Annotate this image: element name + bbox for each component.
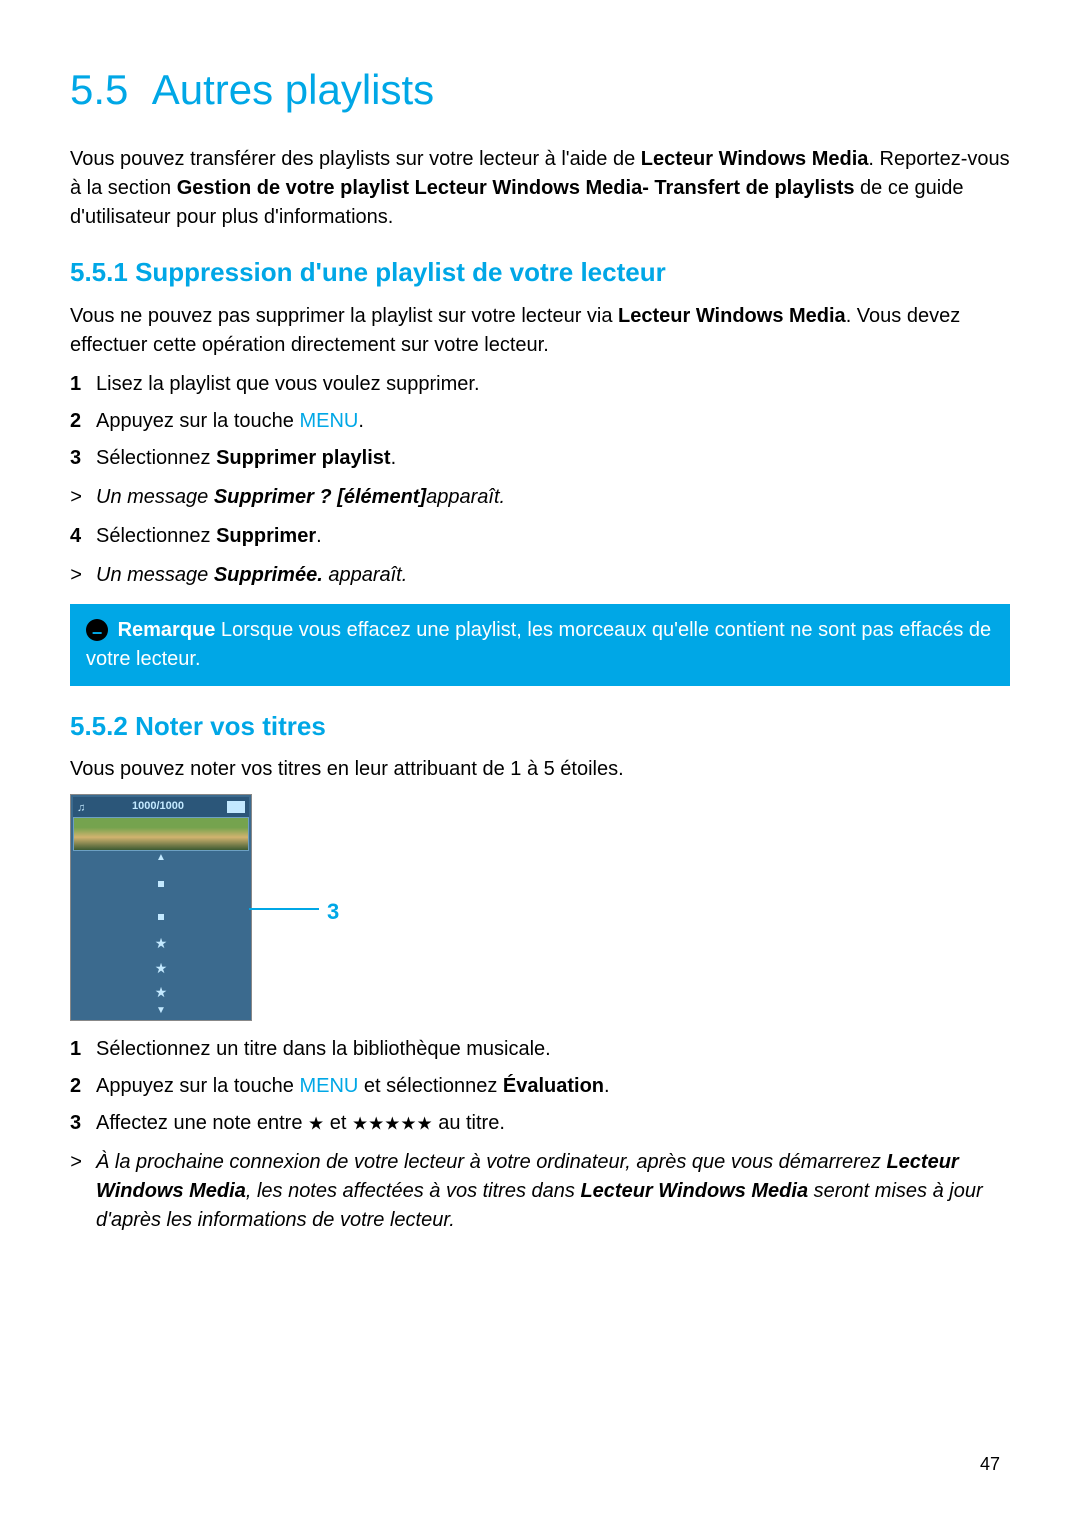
rating-option — [73, 898, 249, 931]
counter-text: 1000/1000 — [132, 799, 184, 815]
device-screenshot: ♫ 1000/1000 ▲ ★ ★ ★ ▼ 3 — [70, 794, 1010, 1021]
star-icon: ★★★★★ — [352, 1114, 433, 1134]
album-art — [73, 817, 249, 851]
music-icon: ♫ — [77, 801, 89, 813]
subsection-heading: 5.5.1 Suppression d'une playlist de votr… — [70, 254, 1010, 292]
step: 3 Affectez une note entre ★ et ★★★★★ au … — [70, 1109, 1010, 1138]
battery-icon — [227, 801, 245, 813]
steps-list: 4 Sélectionnez Supprimer. — [70, 522, 1010, 551]
steps-list: 1 Sélectionnez un titre dans la biblioth… — [70, 1035, 1010, 1138]
step: 2 Appuyez sur la touche MENU et sélectio… — [70, 1072, 1010, 1101]
subsection-intro: Vous pouvez noter vos titres en leur att… — [70, 755, 1010, 784]
step: 4 Sélectionnez Supprimer. — [70, 522, 1010, 551]
step: 1 Lisez la playlist que vous voulez supp… — [70, 370, 1010, 399]
note-icon — [86, 619, 108, 641]
step: 3 Sélectionnez Supprimer playlist. — [70, 444, 1010, 473]
rating-option: ★ — [73, 931, 249, 955]
subsection-heading: 5.5.2 Noter vos titres — [70, 708, 1010, 746]
callout-line — [249, 908, 319, 910]
up-arrow-icon: ▲ — [73, 851, 249, 865]
steps-list: 1 Lisez la playlist que vous voulez supp… — [70, 370, 1010, 473]
down-arrow-icon: ▼ — [73, 1004, 249, 1018]
star-icon: ★ — [308, 1114, 324, 1134]
step: 2 Appuyez sur la touche MENU. — [70, 407, 1010, 436]
rating-option: ★ — [73, 956, 249, 980]
rating-option — [73, 865, 249, 898]
section-intro: Vous pouvez transférer des playlists sur… — [70, 145, 1010, 232]
rating-option: ★ — [73, 980, 249, 1004]
subsection-intro: Vous ne pouvez pas supprimer la playlist… — [70, 302, 1010, 360]
note-box: Remarque Lorsque vous effacez une playli… — [70, 604, 1010, 686]
result-message: > À la prochaine connexion de votre lect… — [70, 1148, 1010, 1235]
result-message: > Un message Supprimée. apparaît. — [70, 561, 1010, 590]
callout-number: 3 — [327, 896, 339, 928]
page-number: 47 — [980, 1451, 1000, 1477]
result-message: > Un message Supprimer ? [élément]appara… — [70, 483, 1010, 512]
section-heading: 5.5 Autres playlists — [70, 60, 1010, 121]
step: 1 Sélectionnez un titre dans la biblioth… — [70, 1035, 1010, 1064]
